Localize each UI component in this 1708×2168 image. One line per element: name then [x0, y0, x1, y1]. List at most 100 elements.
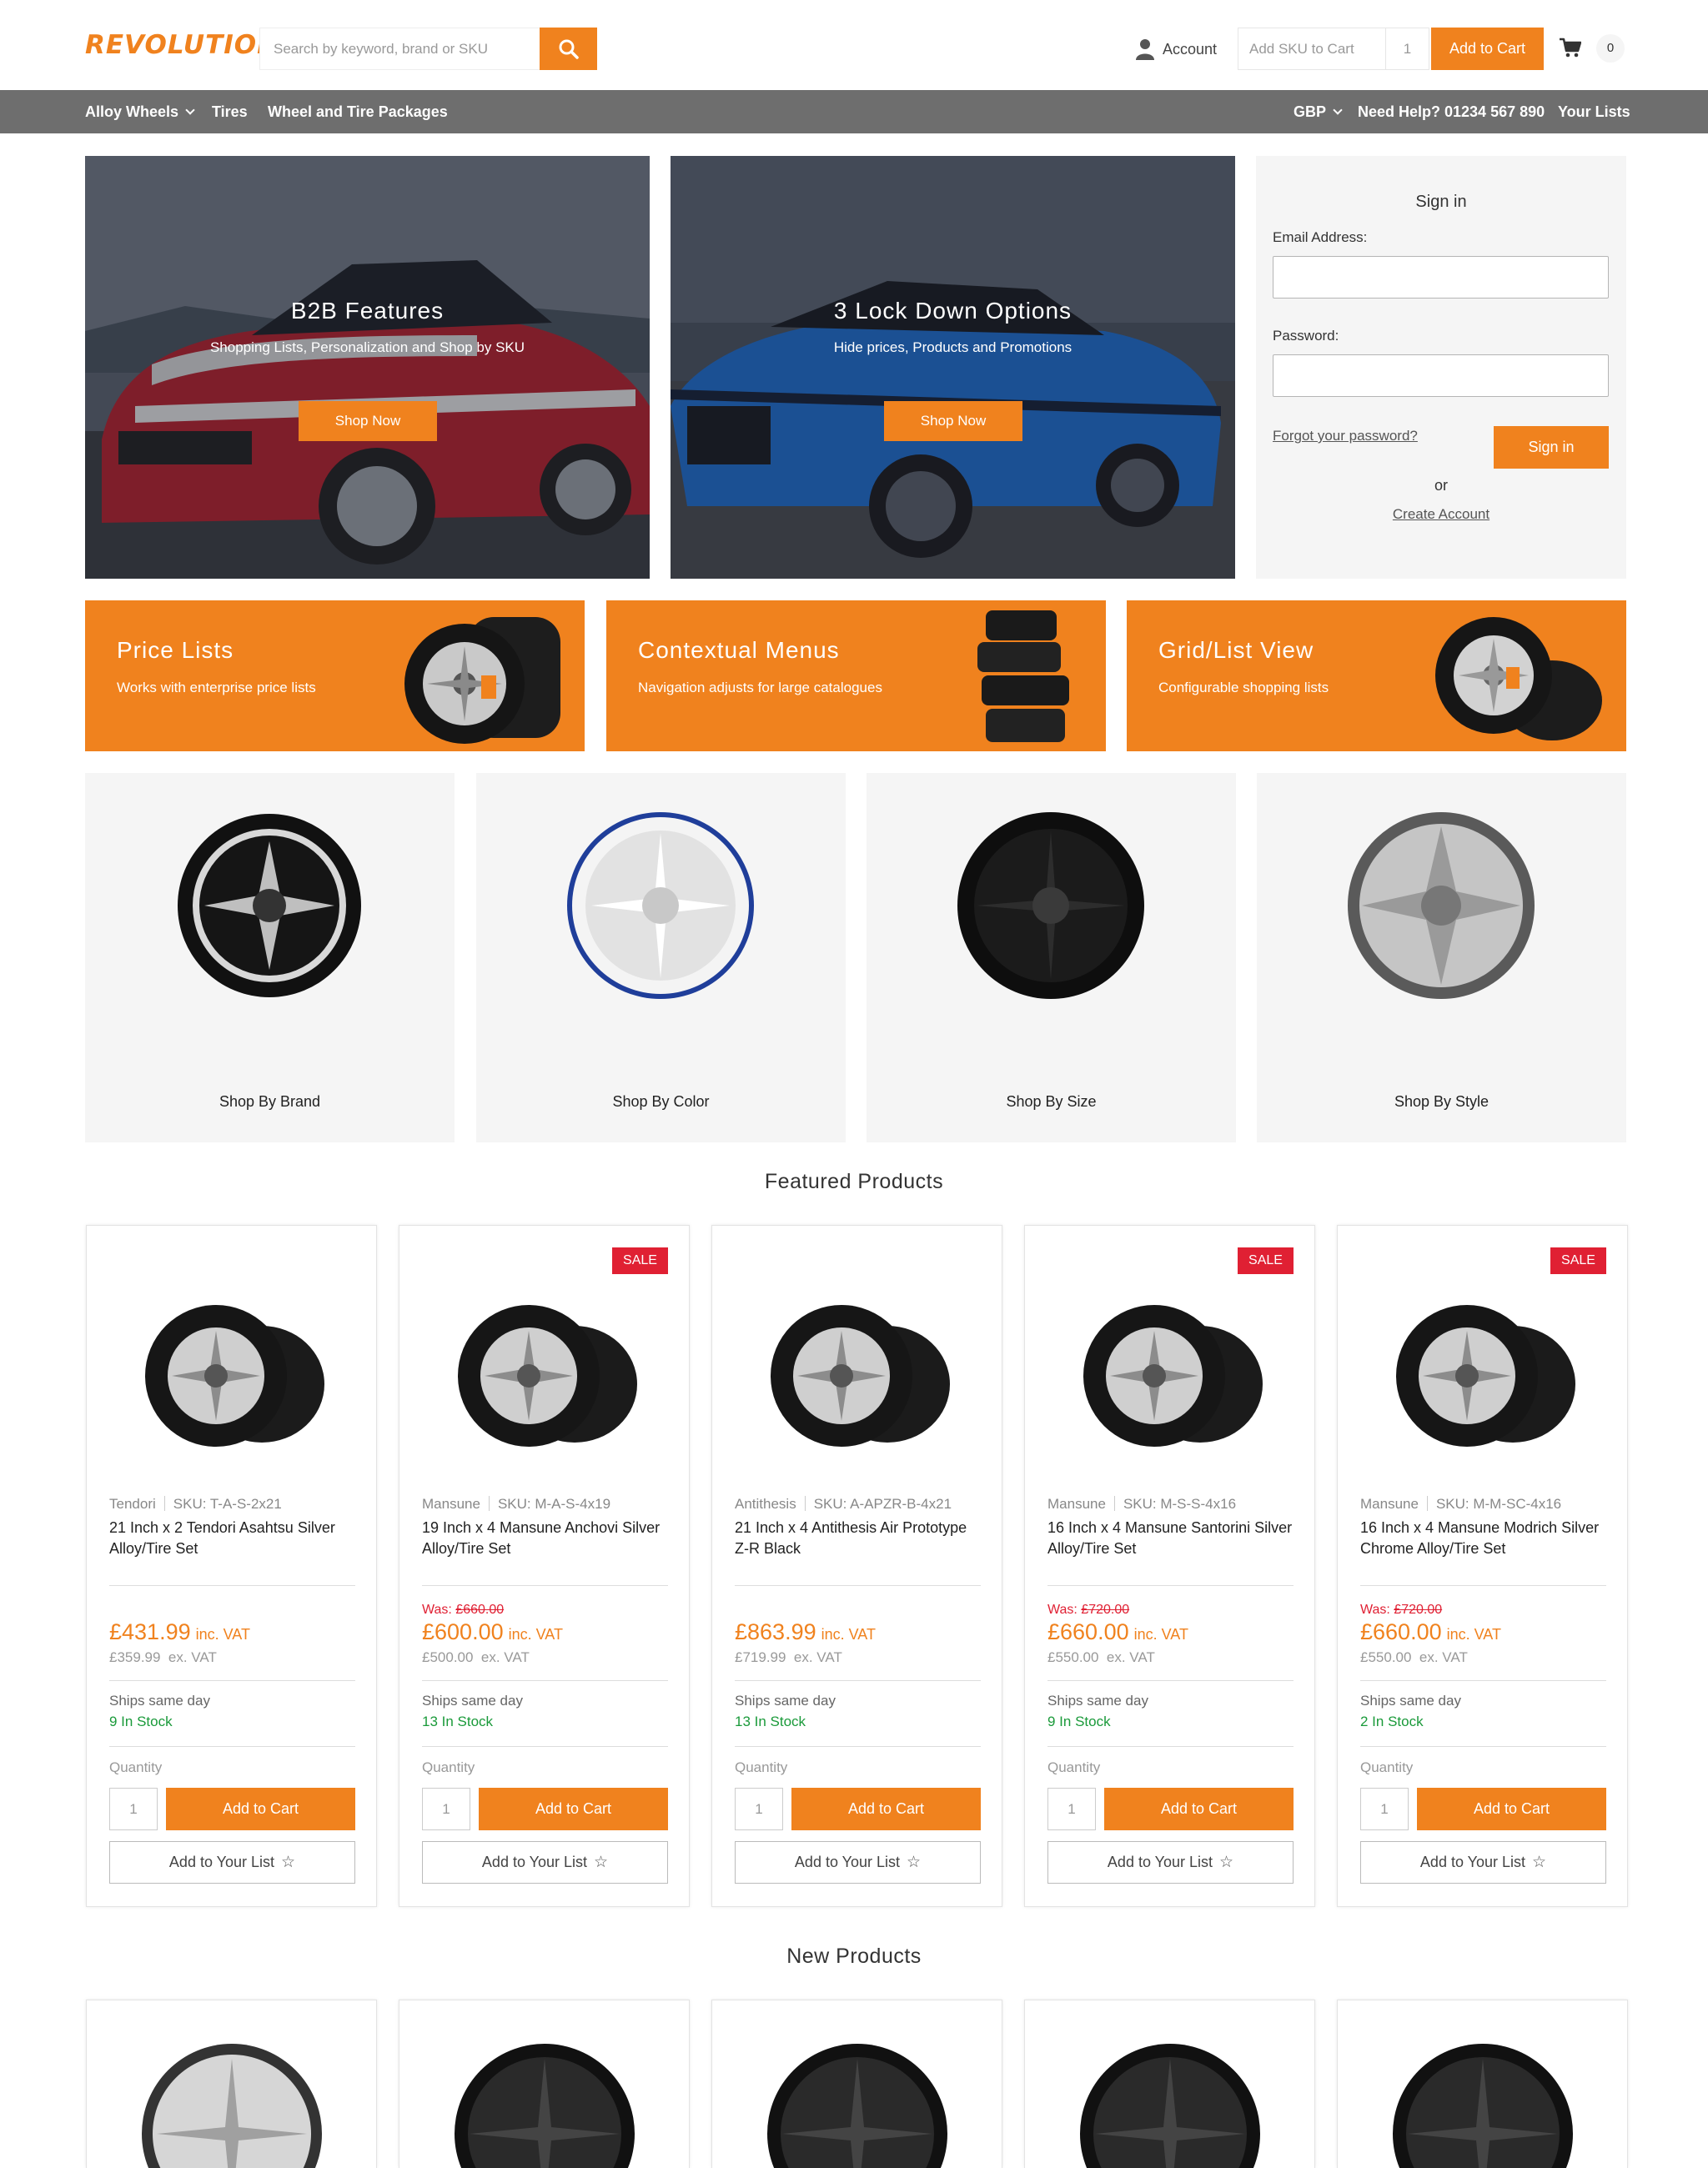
your-lists-link[interactable]: Your Lists [1558, 90, 1630, 133]
new-product-card[interactable] [399, 2000, 690, 2168]
divider [735, 1746, 981, 1747]
new-product-card[interactable] [1024, 2000, 1315, 2168]
quantity-input[interactable]: 1 [735, 1788, 783, 1830]
divider [1426, 1496, 1428, 1511]
quantity-input[interactable]: 1 [109, 1788, 158, 1830]
add-to-list-button[interactable]: Add to Your List ☆ [109, 1841, 355, 1884]
quantity-input[interactable]: 1 [422, 1788, 470, 1830]
sign-in-button[interactable]: Sign in [1494, 426, 1609, 469]
add-to-list-button[interactable]: Add to Your List ☆ [1047, 1841, 1294, 1884]
sku-input[interactable]: Add SKU to Cart [1238, 28, 1386, 70]
hero-overlay [85, 156, 650, 579]
tile-shop-by-color[interactable]: Shop By Color [476, 773, 846, 1142]
new-product-card[interactable] [711, 2000, 1002, 2168]
price-value: £660.00 [1360, 1619, 1442, 1644]
quantity-input[interactable]: 1 [1360, 1788, 1409, 1830]
shipping-info: Ships same day [735, 1693, 836, 1709]
hero-overlay [671, 156, 1235, 579]
divider [1360, 1680, 1606, 1681]
quantity-label: Quantity [1047, 1759, 1101, 1775]
star-icon: ☆ [1219, 1854, 1234, 1871]
password-field[interactable] [1273, 354, 1609, 397]
promo-price-lists[interactable]: Price Lists Works with enterprise price … [85, 600, 585, 751]
ex-vat-label: ex. VAT [1106, 1649, 1155, 1665]
quantity-label: Quantity [109, 1759, 163, 1775]
add-to-list-button[interactable]: Add to Your List ☆ [735, 1841, 981, 1884]
new-products-heading: New Products [786, 1945, 922, 1968]
was-label: Was: [422, 1603, 452, 1617]
inc-vat-label: inc. VAT [195, 1626, 250, 1643]
forgot-password-link[interactable]: Forgot your password? [1273, 428, 1418, 444]
inc-vat-label: inc. VAT [821, 1626, 876, 1643]
product-name[interactable]: 21 Inch x 2 Tendori Asahtsu Silver Alloy… [109, 1518, 359, 1559]
tile-label: Shop By Size [1006, 1093, 1097, 1110]
new-product-card[interactable] [86, 2000, 377, 2168]
product-name[interactable]: 16 Inch x 4 Mansune Santorini Silver All… [1047, 1518, 1298, 1559]
nav-item-alloy-wheels[interactable]: Alloy Wheels [85, 90, 195, 133]
add-to-cart-button[interactable]: Add to Cart [1104, 1788, 1294, 1830]
tile-shop-by-style[interactable]: Shop By Style [1257, 773, 1626, 1142]
product-image[interactable] [441, 1267, 650, 1476]
product-name[interactable]: 19 Inch x 4 Mansune Anchovi Silver Alloy… [422, 1518, 672, 1559]
sku-quantity-input[interactable]: 1 [1386, 28, 1429, 70]
add-to-cart-button[interactable]: Add to Cart [166, 1788, 355, 1830]
currency-selector[interactable]: GBP [1294, 90, 1343, 133]
product-brand[interactable]: Tendori [109, 1496, 156, 1512]
divider [1360, 1585, 1606, 1586]
promo-contextual-menus[interactable]: Contextual Menus Navigation adjusts for … [606, 600, 1106, 751]
logo[interactable]: REVOLUTION [85, 30, 279, 60]
add-to-list-label: Add to Your List [1107, 1854, 1213, 1870]
promo-grid-list-view[interactable]: Grid/List View Configurable shopping lis… [1127, 600, 1626, 751]
create-account-link[interactable]: Create Account [1256, 506, 1626, 523]
product-sku: SKU: M-S-S-4x16 [1123, 1496, 1237, 1512]
product-card[interactable]: SALE Mansune SKU: M-S-S-4x16 16 Inch x 4 … [1024, 1225, 1315, 1907]
add-to-cart-button[interactable]: Add to Cart [791, 1788, 981, 1830]
product-brand[interactable]: Mansune [422, 1496, 480, 1512]
product-card[interactable]: SALE Mansune SKU: M-M-SC-4x16 16 Inch x 4… [1337, 1225, 1628, 1907]
was-price-value: £720.00 [1081, 1603, 1130, 1617]
sign-in-heading: Sign in [1415, 193, 1467, 211]
add-to-list-button[interactable]: Add to Your List ☆ [1360, 1841, 1606, 1884]
hero-banner-b2b[interactable]: B2B Features Shopping Lists, Personaliza… [85, 156, 650, 579]
sku-add-to-cart-button[interactable]: Add to Cart [1431, 28, 1544, 70]
product-image[interactable] [1067, 1267, 1275, 1476]
tile-label: Shop By Brand [219, 1093, 321, 1110]
product-brand[interactable]: Mansune [1047, 1496, 1106, 1512]
account-link[interactable]: Account [1136, 37, 1217, 62]
search-input[interactable]: Search by keyword, brand or SKU [259, 28, 540, 70]
shop-now-button[interactable]: Shop Now [884, 401, 1022, 441]
nav-item-tires[interactable]: Tires [212, 90, 248, 133]
product-name[interactable]: 21 Inch x 4 Antithesis Air Prototype Z-R… [735, 1518, 985, 1559]
cart-icon[interactable] [1560, 38, 1581, 58]
tile-shop-by-brand[interactable]: Shop By Brand [85, 773, 455, 1142]
product-name[interactable]: 16 Inch x 4 Mansune Modrich Silver Chrom… [1360, 1518, 1610, 1559]
product-image[interactable] [1379, 1267, 1588, 1476]
product-card[interactable]: Tendori SKU: T-A-S-2x21 21 Inch x 2 Tendo… [86, 1225, 377, 1907]
tile-shop-by-size[interactable]: Shop By Size [867, 773, 1236, 1142]
search-button[interactable] [540, 28, 597, 70]
product-brand[interactable]: Antithesis [735, 1496, 796, 1512]
cart-count-badge[interactable]: 0 [1596, 34, 1625, 63]
price-inc-vat: £431.99 inc. VAT [109, 1619, 250, 1645]
product-card[interactable]: Antithesis SKU: A-APZR-B-4x21 21 Inch x 4… [711, 1225, 1002, 1907]
add-to-cart-button[interactable]: Add to Cart [1417, 1788, 1606, 1830]
email-field[interactable] [1273, 256, 1609, 299]
add-to-cart-button[interactable]: Add to Cart [479, 1788, 668, 1830]
quantity-input[interactable]: 1 [1047, 1788, 1096, 1830]
product-image[interactable] [128, 1267, 337, 1476]
hero-banner-lockdown[interactable]: 3 Lock Down Options Hide prices, Product… [671, 156, 1235, 579]
product-image[interactable] [754, 1267, 962, 1476]
price-ex-vat: £719.99 ex. VAT [735, 1649, 842, 1666]
nav-item-wheel-tire-packages[interactable]: Wheel and Tire Packages [268, 90, 448, 133]
hero-subtitle: Shopping Lists, Personalization and Shop… [209, 339, 525, 355]
help-phone[interactable]: Need Help? 01234 567 890 [1358, 90, 1545, 133]
product-brand[interactable]: Mansune [1360, 1496, 1419, 1512]
shop-now-button[interactable]: Shop Now [299, 401, 437, 441]
product-meta: Mansune SKU: M-S-S-4x16 [1047, 1496, 1236, 1513]
new-product-card[interactable] [1337, 2000, 1628, 2168]
product-card[interactable]: SALE Mansune SKU: M-A-S-4x19 19 Inch x 4 … [399, 1225, 690, 1907]
main-nav: Alloy Wheels Tires Wheel and Tire Packag… [0, 90, 1708, 133]
add-to-list-button[interactable]: Add to Your List ☆ [422, 1841, 668, 1884]
promo-subtitle: Navigation adjusts for large catalogues [638, 680, 882, 695]
black-wheel-image [1080, 2044, 1260, 2168]
